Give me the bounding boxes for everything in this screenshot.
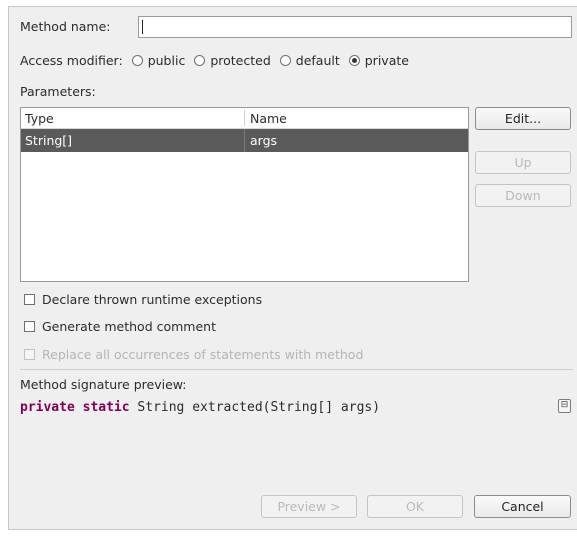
column-header-name[interactable]: Name	[250, 111, 287, 126]
replace-occurrences-label: Replace all occurrences of statements wi…	[42, 347, 364, 362]
keyword-private: private	[20, 400, 75, 415]
signature-preview-label: Method signature preview:	[20, 377, 187, 392]
radio-protected-circle[interactable]	[194, 55, 206, 66]
down-button[interactable]: Down	[475, 184, 571, 207]
generate-comment-checkbox[interactable]	[24, 321, 35, 332]
column-header-type[interactable]: Type	[25, 111, 54, 126]
radio-default-circle[interactable]	[279, 55, 291, 66]
ok-button[interactable]: OK	[367, 495, 463, 518]
extract-method-dialog: Method name: Access modifier: public pro…	[8, 6, 577, 530]
access-modifier-row: Access modifier: public protected defaul…	[20, 53, 409, 68]
parameters-table[interactable]: Type Name String[] args	[20, 107, 469, 282]
radio-default-label: default	[295, 53, 340, 68]
radio-private[interactable]: private	[348, 53, 409, 68]
radio-private-circle[interactable]	[348, 55, 360, 66]
method-name-label-text: Method name:	[20, 19, 111, 34]
radio-protected[interactable]: protected	[194, 53, 271, 68]
method-name-input[interactable]	[138, 16, 572, 38]
row-column-separator	[244, 129, 245, 152]
preview-button[interactable]: Preview >	[261, 495, 357, 518]
radio-private-label: private	[364, 53, 409, 68]
table-row[interactable]: String[] args	[21, 129, 468, 152]
parameters-label: Parameters:	[20, 84, 96, 99]
radio-default[interactable]: default	[279, 53, 340, 68]
cell-type: String[]	[25, 133, 73, 148]
method-name-label: Method name:	[20, 19, 111, 34]
radio-public[interactable]: public	[131, 53, 186, 68]
replace-occurrences-checkbox[interactable]	[24, 349, 35, 360]
radio-public-label: public	[147, 53, 186, 68]
collapse-icon[interactable]: ⊟	[558, 399, 571, 413]
text-caret	[142, 20, 143, 34]
table-header: Type Name	[21, 108, 468, 129]
access-modifier-label: Access modifier:	[20, 53, 123, 68]
edit-button[interactable]: Edit...	[475, 107, 571, 130]
declare-exceptions-option[interactable]: Declare thrown runtime exceptions	[24, 292, 262, 307]
declare-exceptions-checkbox[interactable]	[24, 294, 35, 305]
radio-protected-label: protected	[210, 53, 271, 68]
separator	[20, 369, 573, 370]
declare-exceptions-label: Declare thrown runtime exceptions	[42, 292, 263, 307]
up-button[interactable]: Up	[475, 151, 571, 174]
generate-comment-label: Generate method comment	[42, 319, 216, 334]
signature-preview: private static String extracted(String[]…	[20, 400, 380, 415]
column-separator[interactable]	[244, 110, 245, 126]
replace-occurrences-option[interactable]: Replace all occurrences of statements wi…	[24, 347, 363, 362]
keyword-static: static	[82, 400, 130, 415]
cancel-button[interactable]: Cancel	[474, 495, 571, 518]
signature-rest: String extracted(String[] args)	[137, 400, 381, 415]
generate-comment-option[interactable]: Generate method comment	[24, 319, 216, 334]
cell-name: args	[250, 133, 278, 148]
radio-public-circle[interactable]	[131, 55, 143, 66]
